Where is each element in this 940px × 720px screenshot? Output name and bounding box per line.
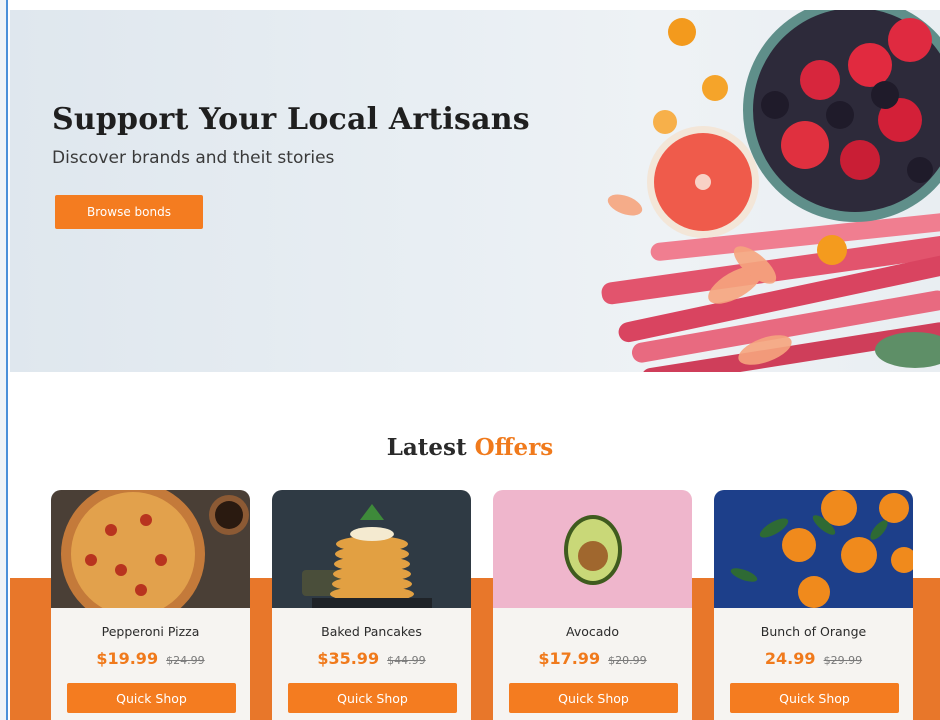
product-name: Baked Pancakes [321,624,422,639]
avocado-image [493,490,692,608]
quick-shop-button[interactable]: Quick Shop [509,683,678,713]
sale-price: $17.99 [538,649,601,668]
original-price: $44.99 [387,654,426,667]
oranges-image [714,490,913,608]
product-card: Avocado $17.99 $20.99 Quick Shop [493,490,692,720]
kumquat [702,75,728,101]
hero-banner: Support Your Local Artisans Discover bra… [10,10,940,372]
latest-offers-heading: Latest Offers [0,434,940,461]
hero-subtitle: Discover brands and theit stories [52,148,335,168]
top-edge [0,0,940,10]
browse-brands-button[interactable]: Browse bonds [55,195,203,229]
window-edge [0,0,8,720]
product-name: Avocado [566,624,619,639]
heading-prefix: Latest [386,434,467,461]
sale-price: $19.99 [96,649,159,668]
quick-shop-button[interactable]: Quick Shop [730,683,899,713]
product-card: Baked Pancakes $35.99 $44.99 Quick Shop [272,490,471,720]
kumquat [817,235,847,265]
quick-shop-button[interactable]: Quick Shop [288,683,457,713]
original-price: $24.99 [166,654,205,667]
pancakes-image [272,490,471,608]
price-row: $35.99 $44.99 [272,649,471,668]
price-row: $17.99 $20.99 [493,649,692,668]
original-price: $29.99 [823,654,863,667]
original-price: $20.99 [608,654,647,667]
product-card: Pepperoni Pizza $19.99 $24.99 Quick Shop [51,490,250,720]
hero-title: Support Your Local Artisans [52,102,530,137]
price-row: $19.99 $24.99 [51,649,250,668]
grapefruit-half [647,126,759,238]
product-name: Bunch of Orange [760,624,867,639]
product-name: Pepperoni Pizza [101,624,200,639]
berry-bowl [743,10,940,222]
quick-shop-button[interactable]: Quick Shop [67,683,236,713]
pizza-image [51,490,250,608]
fruit-arrangement-image [601,10,940,372]
sale-price: $35.99 [317,649,380,668]
price-row: 24.99 $29.99 [714,649,913,668]
product-card: Bunch of Orange 24.99 $29.99 Quick Shop [714,490,913,720]
kumquat [668,18,696,46]
sale-price: 24.99 [764,649,816,668]
kumquat [653,110,677,134]
heading-accent: Offers [474,434,554,461]
